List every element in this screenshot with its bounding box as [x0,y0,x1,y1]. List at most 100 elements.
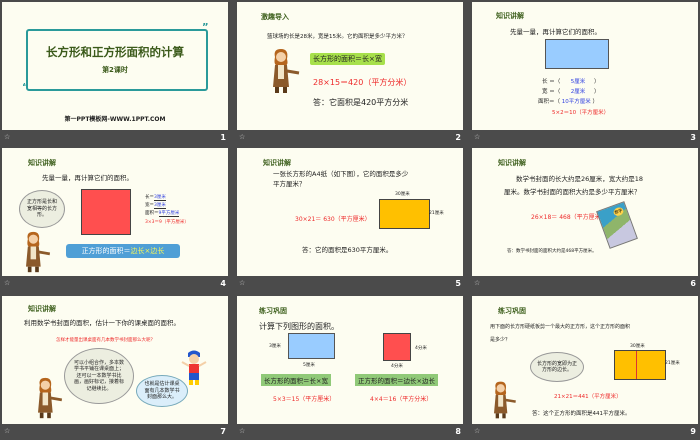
blue-rectangle [288,333,335,359]
slide-thumbnail-8[interactable]: 练习巩固 计算下列图形的面积。 3厘米 5厘米 长方形的面积＝长×宽 5×3＝1… [237,296,463,424]
slide-caption-1: ☆ 1 [2,130,228,146]
slide-thumbnail-5[interactable]: 知识讲解 一张长方形的A4纸（如下图），它的面积是多少平方厘米？ 30×21＝ … [237,148,463,276]
equation-text: 3×3＝9（平方厘米） [145,220,189,225]
star-icon[interactable]: ☆ [474,427,480,435]
answer-text: 答：这个正方形的面积是441平方厘米。 [532,411,631,417]
star-icon[interactable]: ☆ [4,133,10,141]
area-value: 9平方厘米 [158,211,180,217]
slide-caption-5: ☆ 5 [237,276,463,292]
thought-bubble: 长方形的宽即为正方形的边长。 [530,352,584,382]
length-label: 长 ＝（ [542,79,561,85]
yellow-rectangle [379,199,430,229]
rect-formula-box: 长方形的面积＝长×宽 [261,374,331,386]
question-line-1: 用下面的长方形硬纸板剪一个最大的正方形，这个正方形的面积 [490,324,631,330]
paren: ） [592,99,599,105]
slide-header: 知识讲解 [496,12,524,20]
title-frame [26,29,208,91]
rect-bottom-label: 5厘米 [303,363,315,368]
slide-thumbnail-7[interactable]: 知识讲解 利用数学书封面的面积，估计一下你的课桌面的面积。 怎样才能量出课桌面有… [2,296,228,424]
slide-number: 6 [690,279,696,288]
slide-thumbnail-3[interactable]: 知识讲解 先量一量，再计算它们的面积。 长 ＝（ 5厘米） 宽 ＝（ 2厘米） … [472,2,698,130]
footer-text: 第一PPT模板网-WWW.1PPT.COM [64,116,166,123]
question-line-1: 数学书封面的长大约是26厘米，宽大约是18 [516,175,644,183]
length-label: 长＝ [145,195,154,200]
formula-box: 长方形的面积＝长×宽 [310,53,385,65]
boy-illustration [181,350,207,385]
area-row: 面积＝（ 10平方厘米 ） [538,97,598,105]
side-label: 21厘米 [665,361,680,366]
star-icon[interactable]: ☆ [4,427,10,435]
star-icon[interactable]: ☆ [239,279,245,287]
formula-right: 边长×边长 [130,247,165,255]
teacher-thought-bubble: 可以小组合作，多本数学书平铺在课桌面上；还可以一本数学书比画，画好标记，接着标记… [64,348,134,404]
cut-line [636,351,637,379]
slide-header: 练习巩固 [259,307,287,315]
slide-title: 长方形和正方形面积的计算 [46,45,184,59]
slide-caption-4: ☆ 4 [2,276,228,292]
slide-header: 知识讲解 [498,159,526,167]
question-line-2: 是多少？ [490,337,511,343]
area-value: 10平方厘米 [561,99,591,105]
slide-thumbnail-1[interactable]: ” “ 长方形和正方形面积的计算 第2课时 第一PPT模板网-WWW.1PPT.… [2,2,228,130]
star-icon[interactable]: ☆ [474,133,480,141]
width-value: 3厘米 [154,203,166,209]
teacher-illustration [36,376,64,420]
slide-subtitle: 第2课时 [102,66,128,74]
slide-number: 4 [220,279,226,288]
slide-header: 练习巩固 [498,307,526,315]
square-equation: 4×4＝16（平方分米） [370,396,433,403]
width-label: 宽 ＝（ [542,89,561,95]
slide-number: 8 [455,427,461,436]
red-square [81,189,131,235]
slide-thumbnail-9[interactable]: 练习巩固 用下面的长方形硬纸板剪一个最大的正方形，这个正方形的面积 是多少？ 长… [472,296,698,424]
slide-caption-2: ☆ 2 [237,130,463,146]
prompt-text: 计算下列图形的面积。 [259,322,339,331]
slide-header: 知识讲解 [28,305,56,313]
square-bottom-label: 4分米 [391,364,403,369]
answer-text: 答：它面积是420平方分米 [313,98,409,107]
prompt-text: 先量一量，再计算它们的面积。 [42,174,133,182]
math-book-image: 数学 [596,201,638,249]
paren: ） [594,79,600,85]
question-text: 篮球场的长是28米，宽是15米。它的面积是多少平方米？ [267,34,408,40]
slide-caption-3: ☆ 3 [472,130,698,146]
question-line-2: 厘米。数学书封面的面积大约是多少平方厘米？ [504,188,641,196]
slide-thumbnail-4[interactable]: 知识讲解 先量一量，再计算它们的面积。 正方形是长和宽相等的长方形。 长＝3厘米… [2,148,228,276]
yellow-rectangle [614,350,666,380]
star-icon[interactable]: ☆ [474,279,480,287]
top-label: 30厘米 [630,344,645,349]
prompt-text: 先量一量，再计算它们的面积。 [510,28,601,36]
length-value: 3厘米 [154,195,166,201]
blue-rectangle [545,39,609,69]
teacher-illustration [24,230,52,274]
paren: ） [594,89,600,95]
slide-number: 1 [220,133,226,142]
star-icon[interactable]: ☆ [239,133,245,141]
square-formula-box: 正方形的面积＝边长×边长 [355,374,438,386]
answer-text: 答：数学书封面的面积大约是468平方厘米。 [507,249,597,254]
slide-number: 5 [455,279,461,288]
top-label: 30厘米 [395,192,410,197]
slide-number: 9 [690,427,696,436]
side-label: 21厘米 [429,211,444,216]
rect-equation: 5×3＝15（平方厘米） [273,396,336,403]
slide-header: 激趣导入 [261,13,289,21]
length-row: 长＝3厘米 [145,194,166,201]
star-icon[interactable]: ☆ [239,427,245,435]
prompt-text: 利用数学书封面的面积，估计一下你的课桌面的面积。 [24,319,180,327]
slide-caption-6: ☆ 6 [472,276,698,292]
length-value: 5厘米 [570,79,586,85]
rect-side-label: 3厘米 [269,344,281,349]
question-text: 怎样才能量出课桌面有几本数学书封面那么大呢？ [56,338,155,343]
equation-text: 21×21＝441（平方厘米） [554,394,622,400]
slide-thumbnail-2[interactable]: 激趣导入 篮球场的长是28米，宽是15米。它的面积是多少平方米？ 长方形的面积＝… [237,2,463,130]
area-label: 面积＝ [145,211,159,216]
answer-text: 答：它的面积是630平方厘米。 [302,246,393,254]
equation-text: 5×2＝10（平方厘米） [552,110,610,116]
quote-mark-icon: ” [202,22,209,33]
question-text: 一张长方形的A4纸（如下图），它的面积是多少平方厘米？ [273,170,409,188]
equation-text: 30×21＝ 630（平方厘米） [295,216,371,223]
slide-thumbnail-6[interactable]: 知识讲解 数学书封面的长大约是26厘米，宽大约是18 厘米。数学书封面的面积大约… [472,148,698,276]
equation-text: 28×15＝420（平方分米） [313,78,412,87]
star-icon[interactable]: ☆ [4,279,10,287]
